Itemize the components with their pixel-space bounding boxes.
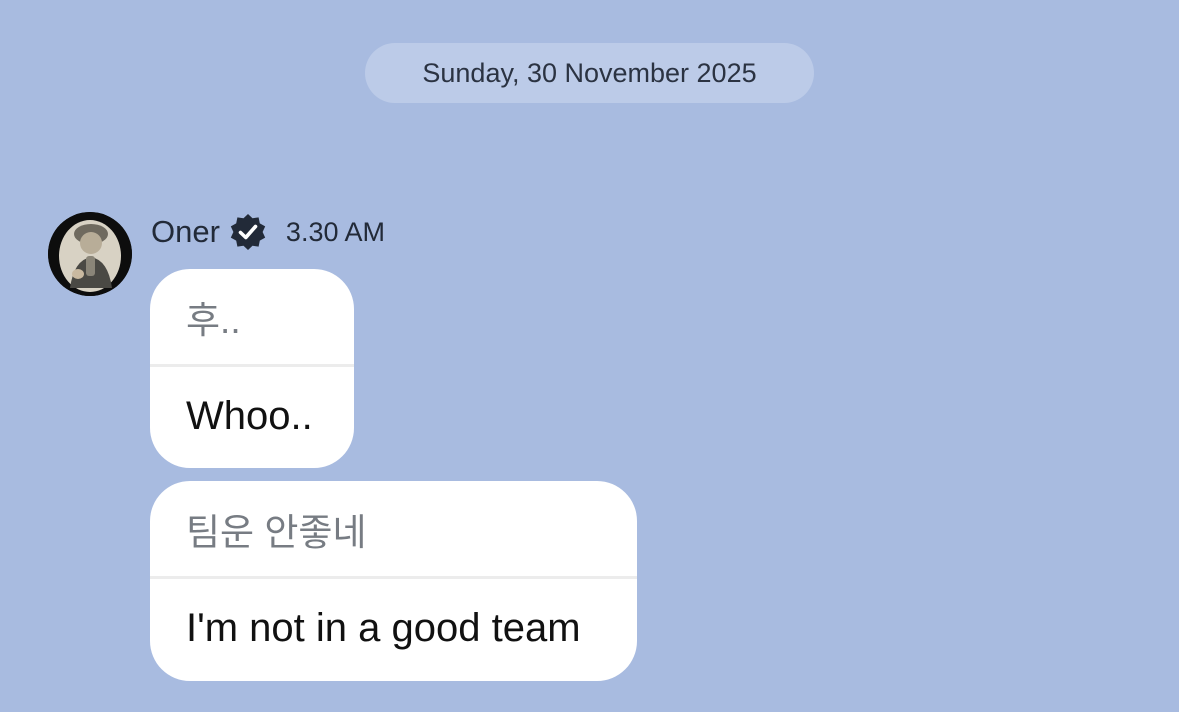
message-header: Oner 3.30 AM — [151, 208, 385, 256]
message-bubble[interactable]: 후.. Whoo.. — [150, 269, 354, 468]
original-text: 후.. — [150, 269, 354, 367]
message-time: 3.30 AM — [285, 216, 385, 247]
date-separator: Sunday, 30 November 2025 — [365, 43, 814, 103]
avatar-photo — [48, 212, 132, 296]
sender-name[interactable]: Oner — [151, 214, 220, 250]
translated-text: I'm not in a good team — [186, 605, 581, 650]
verified-badge-icon — [228, 212, 268, 252]
avatar[interactable] — [48, 212, 132, 296]
original-text: 팀운 안좋네 — [150, 481, 637, 579]
translated-text: Whoo.. — [186, 393, 313, 438]
date-separator-text: Sunday, 30 November 2025 — [422, 57, 757, 88]
message-bubble[interactable]: 팀운 안좋네 I'm not in a good team — [150, 481, 637, 681]
